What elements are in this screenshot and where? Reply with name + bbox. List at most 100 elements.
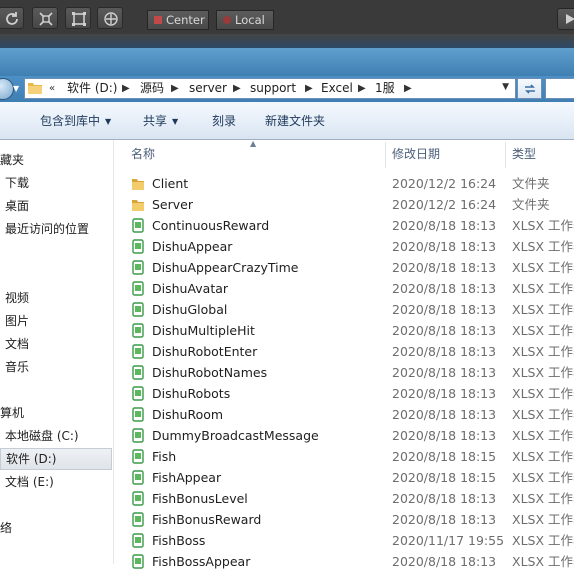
file-row[interactable]: FishBoss2020/11/17 19:55XLSX 工作表 — [127, 530, 574, 551]
nav-music[interactable]: 音乐 — [5, 356, 29, 378]
breadcrumb-support[interactable]: support — [250, 81, 296, 96]
rect-scale-tool-icon[interactable] — [32, 7, 58, 29]
column-header-name[interactable]: 名称 — [131, 140, 155, 168]
transform-tool-icon[interactable] — [97, 7, 123, 29]
file-row[interactable]: Client2020/12/2 16:24文件夹 — [127, 173, 574, 194]
excel-file-icon — [131, 218, 145, 233]
nav-videos[interactable]: 视频 — [5, 287, 29, 309]
excel-file-icon — [131, 491, 145, 506]
folder-icon — [28, 82, 42, 94]
file-date-modified: 2020/8/18 18:13 — [392, 511, 496, 528]
address-dropdown-icon[interactable]: ▼ — [502, 82, 509, 92]
share-button[interactable]: 共享▼ — [143, 112, 178, 131]
breadcrumb-separator-icon[interactable]: ▶ — [404, 81, 412, 96]
nav-drive-d[interactable]: 软件 (D:) — [0, 448, 112, 470]
file-date-modified: 2020/8/18 18:13 — [392, 343, 496, 360]
file-row[interactable]: ContinuousReward2020/8/18 18:13XLSX 工作表 — [127, 215, 574, 236]
dropdown-arrow-icon: ▼ — [105, 117, 111, 126]
breadcrumb-excel[interactable]: Excel — [321, 81, 353, 96]
breadcrumb-separator-icon[interactable]: ▶ — [358, 81, 366, 96]
file-date-modified: 2020/11/17 19:55 — [392, 532, 504, 549]
file-name: FishAppear — [152, 469, 221, 486]
rect-tool-icon[interactable] — [65, 7, 91, 29]
pivot-center-toggle[interactable]: Center — [147, 10, 209, 30]
pane-splitter[interactable] — [113, 140, 114, 564]
file-row[interactable]: DishuRobotNames2020/8/18 18:13XLSX 工作表 — [127, 362, 574, 383]
file-date-modified: 2020/12/2 16:24 — [392, 175, 496, 192]
nav-pictures[interactable]: 图片 — [5, 310, 29, 332]
file-row[interactable]: FishBonusLevel2020/8/18 18:13XLSX 工作表 — [127, 488, 574, 509]
file-row[interactable]: DishuGlobal2020/8/18 18:13XLSX 工作表 — [127, 299, 574, 320]
nav-drive-e[interactable]: 文档 (E:) — [5, 471, 54, 493]
recent-pages-dropdown-icon[interactable]: ▼ — [13, 84, 23, 94]
pivot-label: Center — [166, 13, 205, 27]
file-row[interactable]: DishuMultipleHit2020/8/18 18:13XLSX 工作表 — [127, 320, 574, 341]
address-bar[interactable]: « 软件 (D:) ▶ 源码 ▶ server ▶ support ▶ Exce… — [24, 78, 516, 99]
nav-network[interactable]: 网络 — [0, 517, 12, 539]
refresh-tool-icon[interactable] — [0, 7, 24, 29]
file-row[interactable]: DishuAppearCrazyTime2020/8/18 18:13XLSX … — [127, 257, 574, 278]
nav-recent-places[interactable]: 最近访问的位置 — [5, 218, 89, 240]
file-type: XLSX 工作表 — [512, 427, 574, 444]
breadcrumb-source[interactable]: 源码 — [140, 81, 164, 96]
column-divider[interactable] — [505, 142, 506, 168]
file-name: FishBoss — [152, 532, 205, 549]
file-type: XLSX 工作表 — [512, 343, 574, 360]
file-row[interactable]: Fish2020/8/18 18:15XLSX 工作表 — [127, 446, 574, 467]
file-date-modified: 2020/12/2 16:24 — [392, 196, 496, 213]
nav-documents[interactable]: 文档 — [5, 333, 29, 355]
breadcrumb-separator-icon[interactable]: ▶ — [171, 81, 179, 96]
breadcrumb-separator-icon[interactable]: ▶ — [122, 81, 130, 96]
nav-downloads[interactable]: 下载 — [5, 172, 29, 194]
file-row[interactable]: DummyBroadcastMessage 2020/8/18 18:13 XLSX… — [127, 425, 574, 446]
file-row[interactable]: DishuAvatar2020/8/18 18:13XLSX 工作表 — [127, 278, 574, 299]
burn-button[interactable]: 刻录 — [212, 112, 236, 130]
file-type: XLSX 工作表 — [512, 406, 574, 423]
refresh-button[interactable] — [517, 78, 542, 99]
play-icon — [563, 12, 574, 26]
file-type: XLSX 工作表 — [512, 364, 574, 381]
file-row[interactable]: DishuRoom2020/8/18 18:13XLSX 工作表 — [127, 404, 574, 425]
play-button[interactable] — [557, 8, 574, 30]
excel-file-icon — [131, 428, 145, 443]
dropdown-arrow-icon: ▼ — [172, 117, 178, 126]
local-rotation-icon — [223, 16, 231, 24]
new-folder-label: 新建文件夹 — [265, 114, 325, 128]
breadcrumb-drive[interactable]: 软件 (D:) — [67, 81, 117, 96]
breadcrumb-current[interactable]: 1服 — [375, 81, 395, 96]
file-row[interactable]: FishBossAppear2020/8/18 18:13XLSX 工作表 — [127, 551, 574, 572]
file-name: DishuRobotEnter — [152, 343, 257, 360]
breadcrumb-chevron[interactable]: « — [49, 81, 55, 96]
file-row[interactable]: Server2020/12/2 16:24文件夹 — [127, 194, 574, 215]
file-date-modified: 2020/8/18 18:13 — [392, 427, 496, 444]
pivot-local-toggle[interactable]: Local — [216, 10, 274, 30]
file-name: ContinuousReward — [152, 217, 269, 234]
file-row[interactable]: FishBonusReward2020/8/18 18:13XLSX 工作表 — [127, 509, 574, 530]
excel-file-icon — [131, 281, 145, 296]
column-header-type[interactable]: 类型 — [512, 140, 536, 168]
nav-favorites[interactable]: 收藏夹 — [0, 149, 24, 171]
nav-computer[interactable]: 计算机 — [0, 402, 24, 424]
breadcrumb-server[interactable]: server — [189, 81, 227, 96]
nav-desktop[interactable]: 桌面 — [5, 195, 29, 217]
include-in-library-button[interactable]: 包含到库中 ▼ — [40, 112, 111, 131]
file-date-modified: 2020/8/18 18:13 — [392, 406, 496, 423]
file-type: XLSX 工作表 — [512, 301, 574, 318]
file-row[interactable]: DishuAppear2020/8/18 18:13XLSX 工作表 — [127, 236, 574, 257]
include-in-library-label: 包含到库中 — [40, 114, 100, 128]
file-name: DummyBroadcastMessage — [152, 427, 319, 444]
file-row[interactable]: DishuRobotEnter 2020/8/18 18:13 XLSX 工作表 — [127, 341, 574, 362]
file-row[interactable]: DishuRobots2020/8/18 18:13XLSX 工作表 — [127, 383, 574, 404]
burn-label: 刻录 — [212, 114, 236, 128]
breadcrumb-separator-icon[interactable]: ▶ — [233, 81, 241, 96]
column-header-date[interactable]: 修改日期 — [392, 140, 440, 168]
new-folder-button[interactable]: 新建文件夹 — [265, 112, 325, 130]
file-type: 文件夹 — [512, 196, 550, 213]
file-name: Client — [152, 175, 188, 192]
column-divider[interactable] — [385, 142, 386, 168]
breadcrumb-separator-icon[interactable]: ▶ — [305, 81, 313, 96]
excel-file-icon — [131, 407, 145, 422]
nav-drive-c[interactable]: 本地磁盘 (C:) — [5, 425, 79, 447]
search-input[interactable] — [545, 78, 574, 99]
file-row[interactable]: FishAppear2020/8/18 18:15XLSX 工作表 — [127, 467, 574, 488]
